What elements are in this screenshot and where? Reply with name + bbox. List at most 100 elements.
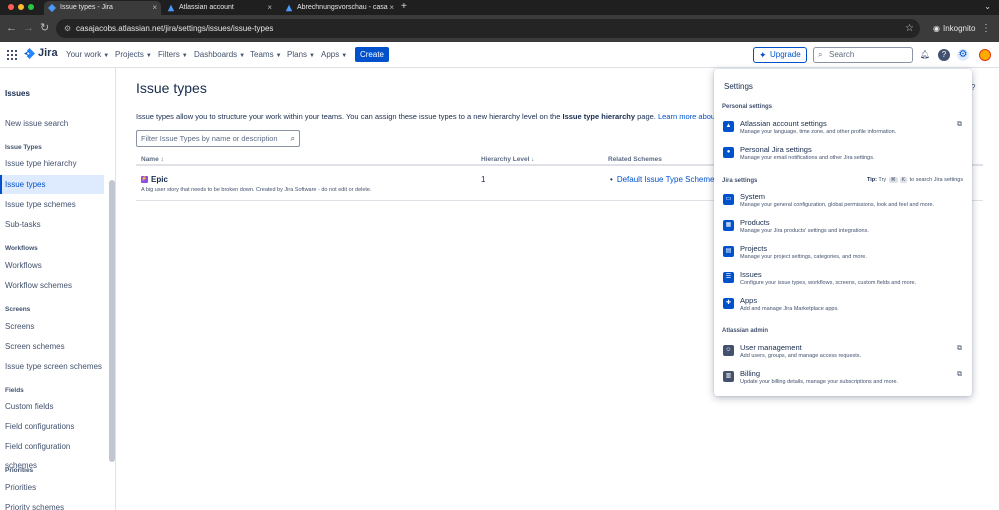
close-window-button[interactable]: [8, 4, 14, 10]
sidebar-item-priorities[interactable]: Priorities: [0, 478, 104, 497]
menu-plans[interactable]: Plans ▼: [287, 42, 315, 68]
system-monitor-icon: ▭: [723, 194, 734, 205]
settings-gear-icon[interactable]: ⚙: [957, 49, 969, 61]
external-link-icon: ⧉: [957, 345, 962, 352]
minimize-window-button[interactable]: [18, 4, 24, 10]
keyboard-tip: Tip: Try ⌘ K to search Jira settings: [867, 177, 964, 183]
chevron-down-icon: ▼: [145, 53, 152, 59]
tab-issue-types[interactable]: Issue types - Jira ×: [44, 1, 161, 15]
sidebar-item-field-configuration-schemes[interactable]: Field configuration schemes: [0, 437, 104, 470]
sidebar-item-issue-type-hierarchy[interactable]: Issue type hierarchy: [0, 154, 104, 173]
jira-top-nav: Jira Your work ▼ Projects ▼ Filters ▼ Dashb…: [0, 42, 999, 68]
user-avatar[interactable]: [979, 49, 991, 61]
sidebar-item-screen-schemes[interactable]: Screen schemes: [0, 337, 104, 356]
issue-type-description: A big user story that needs to be broken…: [141, 187, 372, 193]
chevron-down-icon: ▼: [239, 53, 246, 59]
settings-item-projects[interactable]: ▤ Projects Manage your project settings,…: [722, 242, 966, 266]
menu-your-work[interactable]: Your work ▼: [66, 42, 109, 68]
notifications-bell-icon[interactable]: 🔔︎: [919, 49, 931, 61]
issue-type-name[interactable]: Epic: [151, 175, 168, 184]
chevron-down-icon: ▼: [341, 53, 348, 59]
close-tab-icon[interactable]: ×: [152, 1, 157, 15]
user-profile-icon: ●: [723, 147, 734, 158]
sort-down-icon: ↓: [531, 156, 535, 163]
settings-item-atlassian-account[interactable]: ▲ Atlassian account settings Manage your…: [722, 117, 966, 141]
menu-dashboards[interactable]: Dashboards ▼: [194, 42, 245, 68]
settings-item-apps[interactable]: ✚ Apps Add and manage Jira Marketplace a…: [722, 294, 966, 318]
related-scheme-link[interactable]: Default Issue Type Scheme: [610, 175, 715, 184]
sidebar-item-workflow-schemes[interactable]: Workflow schemes: [0, 276, 104, 295]
sidebar-scrollbar[interactable]: [109, 180, 115, 462]
help-icon[interactable]: ?: [938, 49, 950, 61]
close-tab-icon[interactable]: ×: [267, 1, 272, 15]
k-key: K: [899, 177, 908, 183]
new-tab-button[interactable]: +: [401, 0, 407, 14]
upgrade-button[interactable]: ✦ Upgrade: [753, 47, 807, 63]
settings-item-issues[interactable]: ☰ Issues Configure your issue types, wor…: [722, 268, 966, 292]
upgrade-sparkle-icon: ✦: [759, 50, 767, 60]
menu-apps[interactable]: Apps ▼: [321, 42, 347, 68]
menu-filters[interactable]: Filters ▼: [158, 42, 188, 68]
sidebar-item-priority-schemes[interactable]: Priority schemes: [0, 498, 104, 510]
sidebar-heading-priorities: Priorities: [5, 467, 34, 474]
sidebar-item-workflows[interactable]: Workflows: [0, 256, 104, 275]
sidebar-item-sub-tasks[interactable]: Sub-tasks: [0, 215, 104, 234]
back-icon[interactable]: ←: [6, 21, 17, 35]
site-info-icon[interactable]: ⚙: [64, 19, 71, 38]
sidebar-heading-issue-types: Issue Types: [5, 144, 42, 151]
incognito-indicator[interactable]: ◉ Inkognito: [933, 19, 975, 38]
search-icon: ⌕: [290, 134, 295, 143]
reload-icon[interactable]: ↻: [40, 21, 49, 35]
window-controls[interactable]: [8, 4, 34, 10]
chevron-down-icon: ▼: [181, 53, 188, 59]
menu-teams[interactable]: Teams ▼: [250, 42, 282, 68]
maximize-window-button[interactable]: [28, 4, 34, 10]
sidebar-item-issue-types[interactable]: Issue types: [0, 175, 104, 194]
tab-abrechnungsvorschau[interactable]: Abrechnungsvorschau - casa ×: [281, 1, 398, 15]
sidebar-item-custom-fields[interactable]: Custom fields: [0, 397, 104, 416]
incognito-icon: ◉: [933, 24, 940, 33]
sidebar-heading-fields: Fields: [5, 387, 24, 394]
sidebar-item-field-configurations[interactable]: Field configurations: [0, 417, 104, 436]
projects-folder-icon: ▤: [723, 246, 734, 257]
chevron-down-icon: ▼: [275, 53, 282, 59]
close-tab-icon[interactable]: ×: [389, 1, 394, 15]
column-header-hierarchy-level[interactable]: Hierarchy Level ↓: [481, 156, 534, 163]
jira-logo-icon: [24, 47, 35, 59]
bookmark-star-icon[interactable]: ☆: [905, 19, 914, 38]
settings-item-personal-jira[interactable]: ● Personal Jira settings Manage your ema…: [722, 143, 966, 167]
tab-atlassian-account[interactable]: Atlassian account ×: [163, 1, 276, 15]
atlassian-admin-heading: Atlassian admin: [722, 328, 769, 334]
external-link-icon: ⧉: [957, 121, 962, 128]
column-header-name[interactable]: Name ↕: [141, 156, 164, 163]
sort-icon: ↕: [160, 156, 164, 163]
settings-dropdown-panel: Settings Personal settings ▲ Atlassian a…: [714, 69, 972, 396]
sidebar-item-screens[interactable]: Screens: [0, 317, 104, 336]
sidebar-title: Issues: [5, 89, 30, 98]
search-icon: ⌕: [818, 50, 823, 59]
command-key-icon: ⌘: [888, 177, 898, 183]
chevron-down-icon: ▼: [103, 53, 110, 59]
browser-menu-icon[interactable]: ⋮: [981, 19, 991, 38]
sidebar-item-new-issue-search[interactable]: New issue search: [0, 114, 104, 133]
settings-item-user-management[interactable]: ☺ User management Add users, groups, and…: [722, 341, 966, 365]
sidebar-item-issue-type-schemes[interactable]: Issue type schemes: [0, 195, 104, 214]
address-bar[interactable]: ⚙ casajacobs.atlassian.net/jira/settings…: [56, 19, 920, 38]
settings-item-billing[interactable]: ▥ Billing Update your billing details, m…: [722, 367, 966, 391]
settings-item-products[interactable]: ▦ Products Manage your Jira products' se…: [722, 216, 966, 240]
column-header-related-schemes: Related Schemes: [608, 156, 662, 163]
sidebar-item-issue-type-screen-schemes[interactable]: Issue type screen schemes: [0, 357, 104, 376]
forward-icon[interactable]: →: [23, 21, 34, 35]
epic-lightning-icon: ⚡: [141, 176, 148, 183]
tab-search-icon[interactable]: ⌄: [984, 0, 991, 14]
filter-issue-types-input[interactable]: Filter Issue Types by name or descriptio…: [136, 130, 300, 147]
app-switcher-icon[interactable]: [7, 50, 17, 60]
settings-item-system[interactable]: ▭ System Manage your general configurati…: [722, 190, 966, 214]
search-input[interactable]: ⌕ Search: [813, 47, 913, 63]
external-link-icon: ⧉: [957, 371, 962, 378]
menu-projects[interactable]: Projects ▼: [115, 42, 152, 68]
billing-receipt-icon: ▥: [723, 371, 734, 382]
create-button[interactable]: Create: [355, 47, 389, 62]
sidebar: Issues New issue search Issue Types Issu…: [0, 68, 116, 510]
jira-logo[interactable]: Jira: [24, 47, 58, 59]
